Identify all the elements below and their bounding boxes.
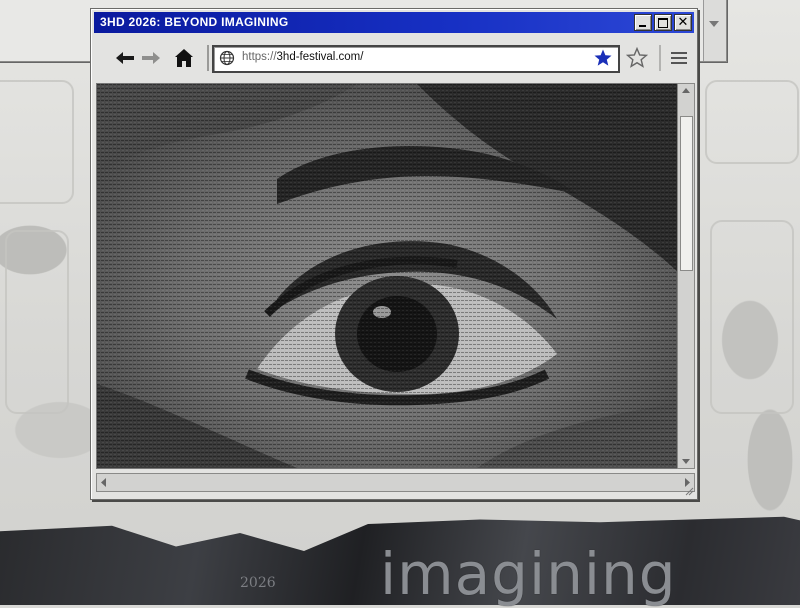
maximize-button[interactable] [654,14,672,31]
bg-small-text: 2026 [240,575,276,591]
maximize-icon [658,18,668,28]
window-title: 3HD 2026: BEYOND IMAGINING [100,15,289,29]
scrollbar-thumb[interactable] [680,116,693,271]
star-filled-icon[interactable] [593,48,613,68]
background-window-scrollbar [703,0,726,61]
bg-doodle [0,80,74,204]
page-content[interactable] [96,83,681,469]
forward-button[interactable] [138,45,164,71]
bg-doodle [710,220,794,414]
address-bar[interactable]: https://3hd-festival.com/ [212,45,620,73]
scroll-down-arrow-icon[interactable] [678,454,694,468]
back-button[interactable] [112,45,138,71]
toolbar-separator [659,45,661,71]
scroll-left-arrow-icon[interactable] [97,474,111,491]
bookmark-button[interactable] [624,45,650,71]
browser-window: 3HD 2026: BEYOND IMAGINING ✕ https://3hd… [90,8,698,500]
url-protocol: https:// [242,51,277,63]
star-outline-icon [626,47,648,68]
close-icon: ✕ [677,15,689,30]
bg-doodle [5,230,69,414]
minimize-icon [639,25,646,27]
menu-button[interactable] [666,45,692,71]
globe-icon [219,50,235,66]
url-host: 3hd-festival.com/ [276,51,364,63]
browser-toolbar: https://3hd-festival.com/ [94,39,694,77]
arrow-right-icon [142,52,160,64]
bg-doodle [705,80,799,164]
bg-headline-text: imagining [380,540,677,608]
scroll-up-arrow-icon[interactable] [678,84,694,98]
hamburger-menu-icon [671,52,687,64]
minimize-button[interactable] [634,14,652,31]
url-text: https://3hd-festival.com/ [242,51,363,63]
home-button[interactable] [171,45,197,71]
resize-grip-icon[interactable] [684,486,694,496]
arrow-left-icon [116,52,134,64]
window-controls: ✕ [634,14,692,31]
toolbar-separator [207,45,209,71]
close-button[interactable]: ✕ [674,14,692,31]
horizontal-scrollbar[interactable] [96,473,695,492]
title-bar[interactable]: 3HD 2026: BEYOND IMAGINING ✕ [94,12,694,33]
home-icon [175,49,193,67]
vertical-scrollbar[interactable] [677,83,695,469]
eye-artwork-image [97,84,680,468]
